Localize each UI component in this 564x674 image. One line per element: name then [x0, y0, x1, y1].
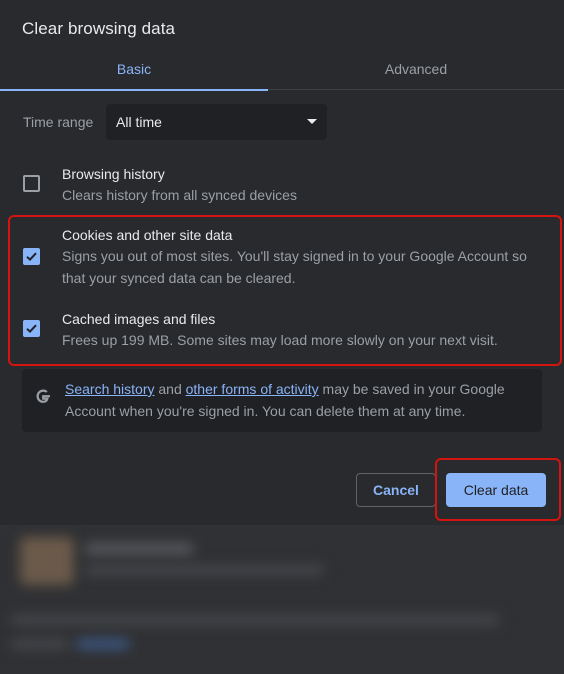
time-range-value: All time: [116, 114, 162, 130]
blurred-avatar: [20, 537, 74, 585]
other-activity-link[interactable]: other forms of activity: [186, 381, 319, 397]
tab-advanced-label: Advanced: [384, 61, 448, 77]
blurred-text: [10, 639, 70, 649]
time-range-label: Time range: [23, 114, 94, 130]
active-tab-indicator: [0, 89, 268, 91]
google-notice-text: Search history and other forms of activi…: [65, 378, 525, 422]
google-activity-notice: Search history and other forms of activi…: [22, 369, 542, 432]
browsing-history-description: Clears history from all synced devices: [62, 187, 297, 203]
tab-advanced[interactable]: Advanced: [282, 48, 550, 90]
blurred-link: [76, 639, 130, 649]
tab-basic[interactable]: Basic: [0, 48, 268, 91]
cancel-button[interactable]: Cancel: [356, 473, 436, 507]
search-history-link[interactable]: Search history: [65, 381, 154, 397]
time-range-select[interactable]: All time: [106, 104, 327, 140]
browsing-history-title: Browsing history: [62, 166, 165, 182]
clear-button-highlight-box: [435, 458, 561, 521]
tab-bar: Basic Advanced: [0, 48, 564, 91]
blurred-text: [84, 565, 324, 575]
blurred-background: [0, 525, 564, 674]
blurred-text: [10, 615, 500, 625]
browsing-history-checkbox[interactable]: [23, 175, 40, 192]
blurred-text: [84, 543, 194, 555]
clear-browsing-data-dialog: Clear browsing data Basic Advanced Time …: [0, 0, 564, 525]
options-highlight-box: [8, 215, 562, 366]
chevron-down-icon: [307, 119, 317, 124]
dialog-title: Clear browsing data: [22, 19, 176, 38]
tab-basic-label: Basic: [116, 61, 152, 77]
google-g-icon: [36, 389, 50, 403]
notice-text-part1: and: [154, 381, 186, 397]
